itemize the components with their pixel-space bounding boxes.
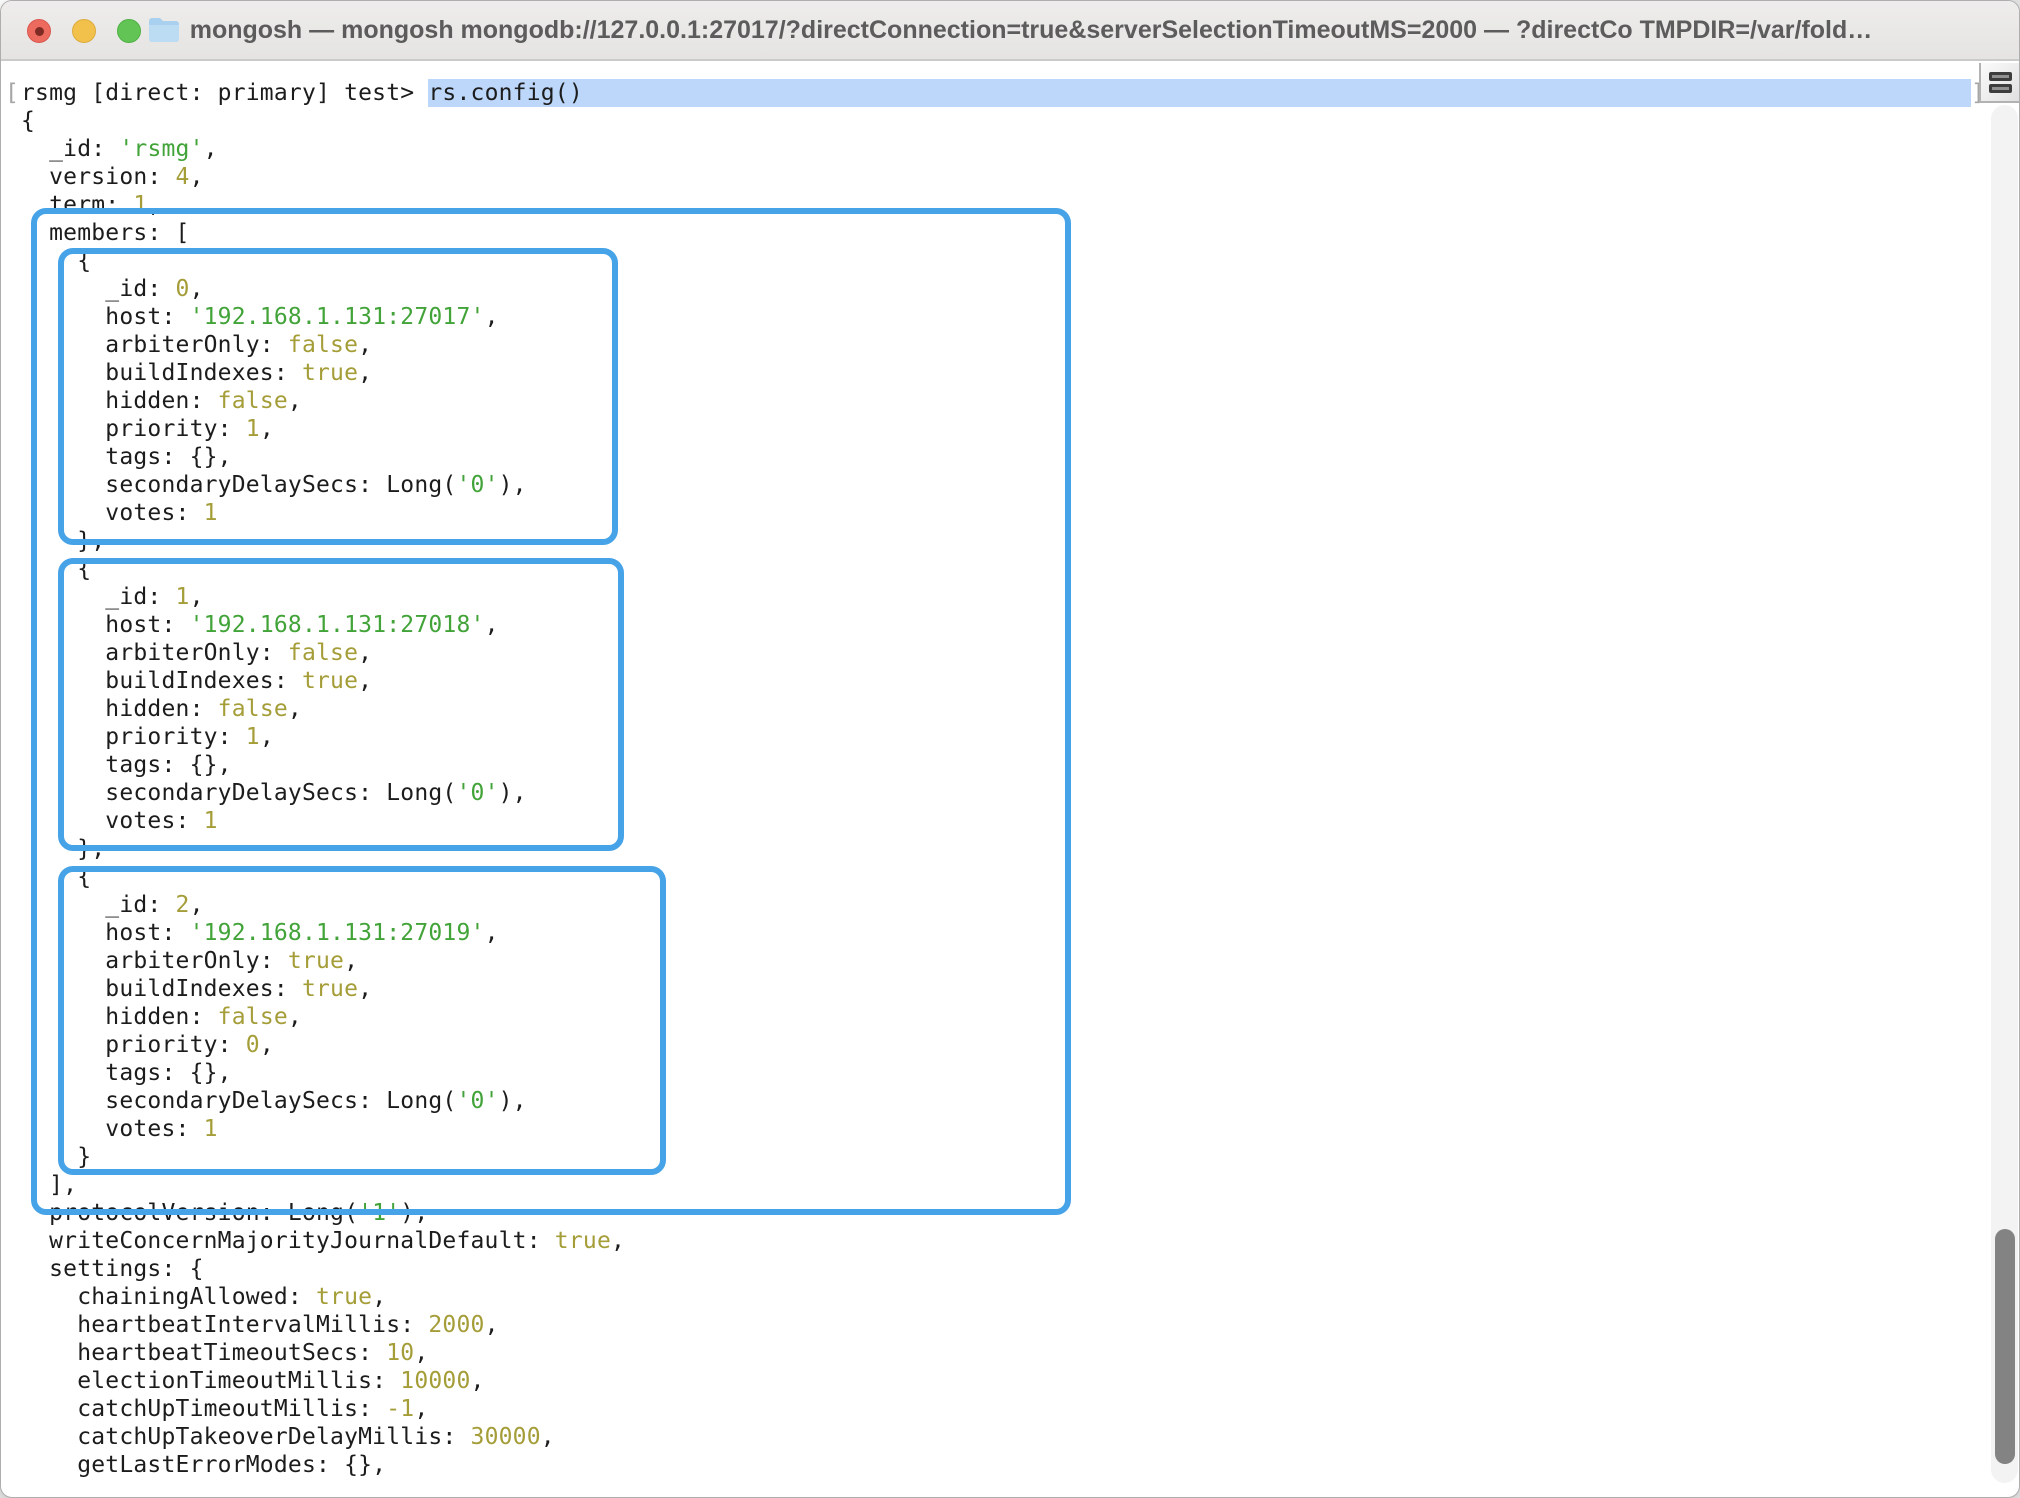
zoom-button[interactable] [117,19,141,43]
terminal-line: }, [21,527,2019,555]
split-pane-icon [1989,72,2012,81]
terminal-line: { [21,555,2019,583]
terminal-line: buildIndexes: true, [21,667,2019,695]
terminal-line: version: 4, [21,163,2019,191]
terminal-line: _id: 1, [21,583,2019,611]
title-bar[interactable]: mongosh — mongosh mongodb://127.0.0.1:27… [1,1,2019,61]
terminal-line: heartbeatTimeoutSecs: 10, [21,1339,2019,1367]
terminal-line: secondaryDelaySecs: Long('0'), [21,1087,2019,1115]
command-mark-open-bracket: [ [5,79,19,107]
folder-icon [148,17,180,43]
terminal-content: [ rsmg [direct: primary] test> rs.config… [1,61,2019,1479]
terminal-line: protocolVersion: Long('1'), [21,1199,2019,1227]
unsaved-changes-dot-icon [35,27,44,36]
command-line: [ rsmg [direct: primary] test> rs.config… [21,79,2019,107]
terminal-line: tags: {}, [21,1059,2019,1087]
terminal-line: buildIndexes: true, [21,975,2019,1003]
terminal-line: _id: 2, [21,891,2019,919]
title-group: mongosh — mongosh mongodb://127.0.0.1:27… [148,16,1873,45]
terminal-line: getLastErrorModes: {}, [21,1451,2019,1479]
terminal-line: } [21,1143,2019,1171]
terminal-line: secondaryDelaySecs: Long('0'), [21,779,2019,807]
terminal-line: hidden: false, [21,387,2019,415]
terminal-line: _id: 'rsmg', [21,135,2019,163]
terminal-line: host: '192.168.1.131:27017', [21,303,2019,331]
terminal-window: mongosh — mongosh mongodb://127.0.0.1:27… [0,0,2020,1498]
terminal-line: host: '192.168.1.131:27019', [21,919,2019,947]
terminal-line: buildIndexes: true, [21,359,2019,387]
terminal-line: tags: {}, [21,751,2019,779]
terminal-line: settings: { [21,1255,2019,1283]
close-button[interactable] [27,19,51,43]
terminal-line: { [21,247,2019,275]
window-title: mongosh — mongosh mongodb://127.0.0.1:27… [190,16,1873,45]
terminal-line: term: 1, [21,191,2019,219]
terminal-line: secondaryDelaySecs: Long('0'), [21,471,2019,499]
terminal-line: catchUpTimeoutMillis: -1, [21,1395,2019,1423]
split-pane-button[interactable] [1979,63,2019,103]
terminal-line: arbiterOnly: false, [21,331,2019,359]
terminal-line: priority: 0, [21,1031,2019,1059]
terminal-line: members: [ [21,219,2019,247]
terminal-line: chainingAllowed: true, [21,1283,2019,1311]
terminal-line: votes: 1 [21,807,2019,835]
terminal-line: tags: {}, [21,443,2019,471]
terminal-line: catchUpTakeoverDelayMillis: 30000, [21,1423,2019,1451]
terminal-line: writeConcernMajorityJournalDefault: true… [21,1227,2019,1255]
traffic-lights [27,19,141,43]
terminal-line: }, [21,835,2019,863]
terminal-line: { [21,863,2019,891]
terminal-line: hidden: false, [21,695,2019,723]
terminal-line: hidden: false, [21,1003,2019,1031]
terminal-output: { _id: 'rsmg', version: 4, term: 1, memb… [21,107,2019,1479]
terminal-line: ], [21,1171,2019,1199]
terminal-line: arbiterOnly: false, [21,639,2019,667]
split-pane-icon [1989,84,2012,93]
shell-prompt: rsmg [direct: primary] test> [21,79,428,107]
terminal-line: host: '192.168.1.131:27018', [21,611,2019,639]
terminal-line: electionTimeoutMillis: 10000, [21,1367,2019,1395]
terminal-line: heartbeatIntervalMillis: 2000, [21,1311,2019,1339]
command-text-selected: rs.config() [428,79,1971,107]
terminal-line: { [21,107,2019,135]
terminal-line: priority: 1, [21,723,2019,751]
terminal-line: priority: 1, [21,415,2019,443]
scrollbar-thumb[interactable] [1995,1229,2015,1464]
terminal-line: votes: 1 [21,499,2019,527]
terminal-line: arbiterOnly: true, [21,947,2019,975]
terminal-line: _id: 0, [21,275,2019,303]
terminal-line: votes: 1 [21,1115,2019,1143]
minimize-button[interactable] [72,19,96,43]
